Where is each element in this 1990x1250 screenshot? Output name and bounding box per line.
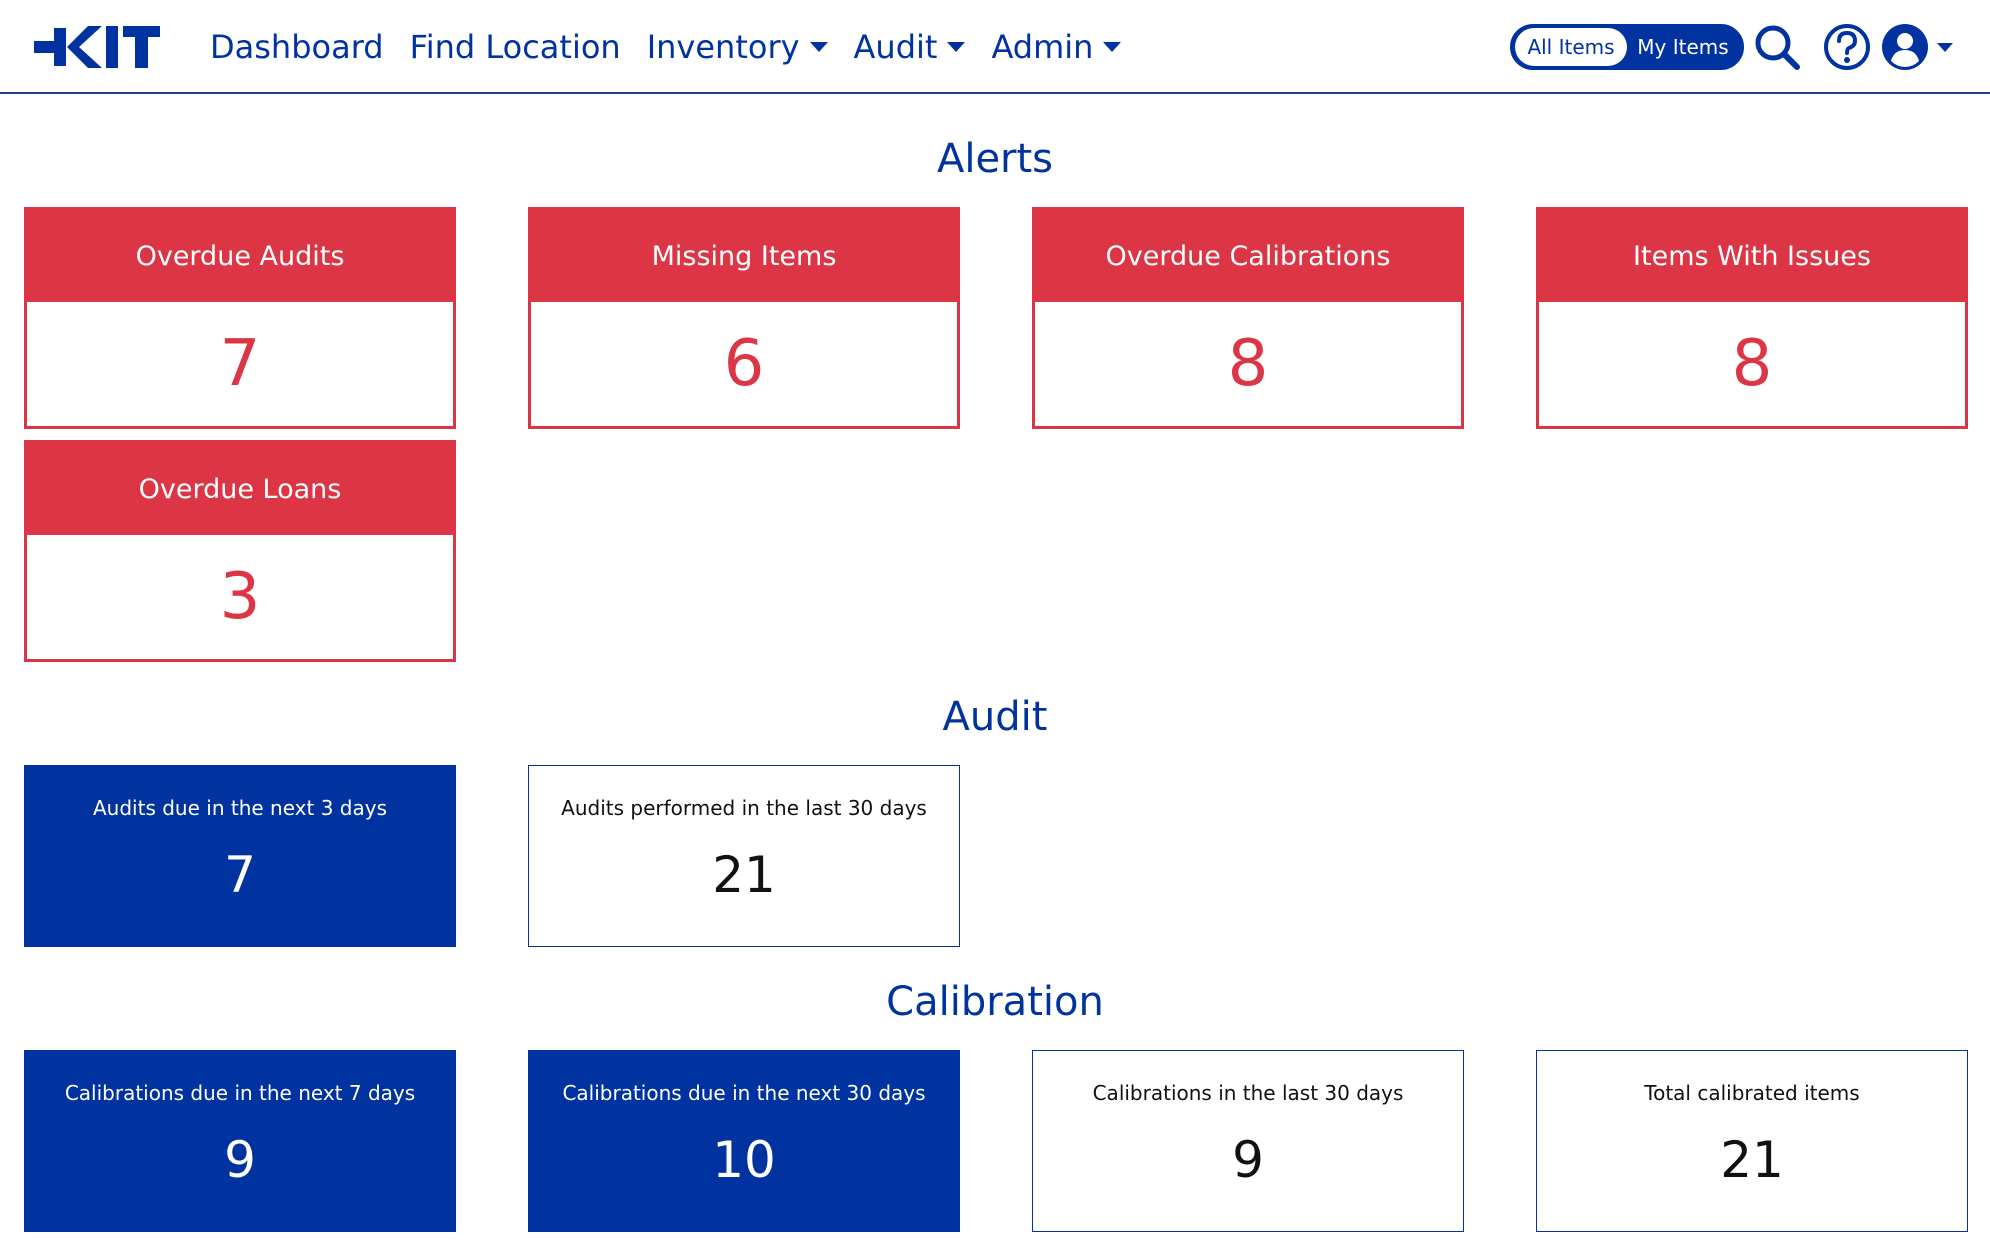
caret-down-icon [809, 42, 828, 52]
alert-card-value: 8 [1227, 327, 1269, 401]
alert-card-label: Overdue Loans [27, 443, 453, 535]
nav-admin-label: Admin [991, 28, 1094, 66]
caret-down-icon [1103, 42, 1122, 52]
stat-card-calibrations-due-7-days[interactable]: Calibrations due in the next 7 days 9 [24, 1050, 456, 1232]
calibration-title: Calibration [886, 979, 1104, 1025]
help-icon[interactable] [1822, 22, 1872, 72]
alert-card-value: 6 [723, 327, 765, 401]
alert-card-label: Overdue Calibrations [1035, 210, 1461, 302]
alert-card-value: 8 [1731, 327, 1773, 401]
stat-card-audits-performed-30-days[interactable]: Audits performed in the last 30 days 21 [528, 765, 960, 947]
items-scope-toggle: All Items My Items [1510, 24, 1744, 70]
alert-card-overdue-loans[interactable]: Overdue Loans 3 [24, 440, 456, 662]
stat-card-calibrations-last-30-days[interactable]: Calibrations in the last 30 days 9 [1032, 1050, 1464, 1232]
stat-card-label: Calibrations due in the next 7 days [64, 1081, 416, 1105]
alert-card-value: 7 [219, 327, 261, 401]
stat-card-label: Calibrations due in the next 30 days [562, 1081, 926, 1105]
nav-inventory-label: Inventory [646, 28, 800, 66]
stat-card-label: Audits due in the next 3 days [93, 796, 387, 820]
nav-find-location-label: Find Location [409, 28, 621, 66]
alert-card-overdue-audits[interactable]: Overdue Audits 7 [24, 207, 456, 429]
stat-card-value: 9 [224, 1131, 256, 1189]
stat-card-total-calibrated-items[interactable]: Total calibrated items 21 [1536, 1050, 1968, 1232]
stat-card-value: 7 [224, 846, 256, 904]
alert-card-missing-items[interactable]: Missing Items 6 [528, 207, 960, 429]
main-nav: Dashboard Find Location Inventory Audit … [210, 0, 1122, 94]
search-icon[interactable] [1752, 22, 1802, 72]
nav-inventory-dropdown[interactable]: Inventory [647, 28, 828, 66]
stat-card-value: 10 [712, 1131, 776, 1189]
navbar: Dashboard Find Location Inventory Audit … [0, 0, 1990, 94]
stat-card-value: 21 [1720, 1131, 1784, 1189]
nav-audit-dropdown[interactable]: Audit [854, 28, 966, 66]
stat-card-label: Total calibrated items [1644, 1081, 1860, 1105]
alert-card-items-with-issues[interactable]: Items With Issues 8 [1536, 207, 1968, 429]
nav-admin-dropdown[interactable]: Admin [991, 28, 1122, 66]
stat-card-label: Audits performed in the last 30 days [561, 796, 927, 820]
all-items-toggle[interactable]: All Items [1515, 28, 1627, 66]
alert-card-label: Missing Items [531, 210, 957, 302]
stat-card-audits-due-3-days[interactable]: Audits due in the next 3 days 7 [24, 765, 456, 947]
user-menu-icon[interactable] [1880, 22, 1960, 72]
stat-card-value: 21 [712, 846, 776, 904]
my-items-toggle[interactable]: My Items [1627, 28, 1739, 66]
nav-audit-label: Audit [853, 28, 938, 66]
alerts-title: Alerts [936, 136, 1054, 182]
alert-card-label: Items With Issues [1539, 210, 1965, 302]
audit-title: Audit [942, 694, 1048, 740]
alert-card-label: Overdue Audits [27, 210, 453, 302]
alert-card-overdue-calibrations[interactable]: Overdue Calibrations 8 [1032, 207, 1464, 429]
stat-card-calibrations-due-30-days[interactable]: Calibrations due in the next 30 days 10 [528, 1050, 960, 1232]
stat-card-value: 9 [1232, 1131, 1264, 1189]
stat-card-label: Calibrations in the last 30 days [1092, 1081, 1404, 1105]
nav-dashboard[interactable]: Dashboard [210, 28, 384, 66]
nav-find-location[interactable]: Find Location [410, 28, 621, 66]
caret-down-icon [947, 42, 966, 52]
nav-dashboard-label: Dashboard [210, 28, 384, 66]
kit-logo[interactable] [34, 22, 162, 72]
alert-card-value: 3 [219, 560, 261, 634]
